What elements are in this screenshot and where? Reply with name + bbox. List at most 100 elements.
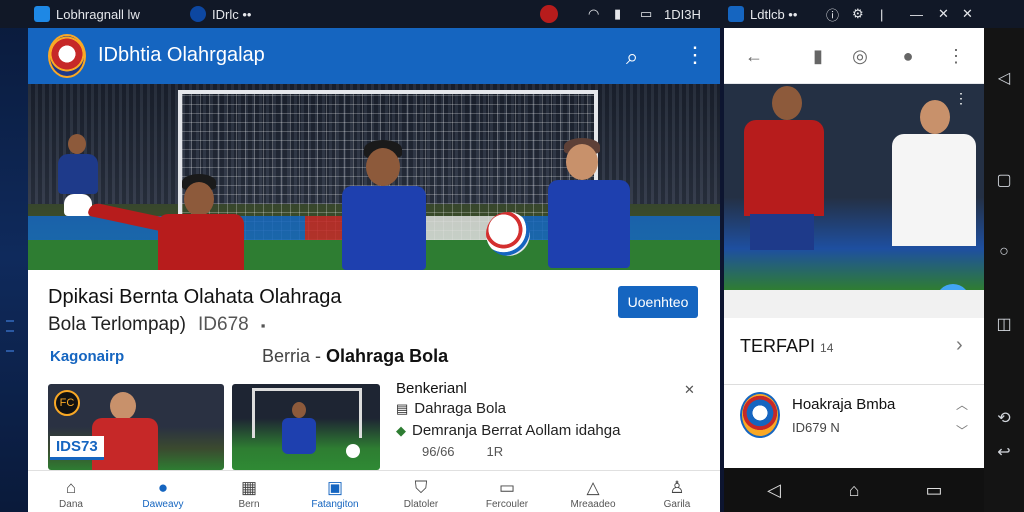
chevron-up-icon[interactable]: ︿: [956, 392, 968, 418]
circle-icon[interactable]: ○: [994, 242, 1014, 262]
leaf-icon: ◆: [396, 422, 406, 438]
news-thumbnail-2[interactable]: [232, 384, 380, 470]
grid-icon: ▦: [240, 478, 258, 497]
panel-toolbar: ← ▮ ◎ ● ⋮: [724, 28, 984, 84]
close-icon[interactable]: ✕: [938, 0, 949, 28]
news-row-1[interactable]: ▤ Dahraga Bola: [396, 400, 506, 417]
bottom-navigation: ⌂ Dana ● Daweavy ▦ Bern ▣ Fatangiton ⛉ Dlatol…: [28, 470, 720, 512]
nav-label: Dana: [59, 499, 83, 510]
more-icon[interactable]: ⋮: [684, 42, 706, 68]
more-icon[interactable]: ⋮: [944, 44, 968, 68]
news-thumbnail-1[interactable]: FC IDS73: [48, 384, 224, 470]
nav-label: Bern: [238, 499, 260, 510]
panel-spacer: [724, 290, 984, 318]
player-jersey: [892, 134, 976, 246]
news-row-2[interactable]: ◆ Demranja Berrat Aollam idahga: [396, 422, 620, 439]
nav-item-5[interactable]: ▭ Fercouler: [464, 471, 550, 512]
taskbar-app-3-title: Ldtlcb ••: [750, 6, 798, 22]
news-meta-date: 96/66: [422, 444, 455, 459]
app-bar: IDbhtia Olahrgalap ⌕ ⋮: [28, 28, 720, 84]
nav-item-6[interactable]: △ Mreaadeo: [550, 471, 636, 512]
info-icon[interactable]: ⓘ: [826, 0, 839, 28]
nav-label: Fercouler: [485, 499, 529, 510]
app-icon: [190, 6, 206, 22]
category-link[interactable]: Kagonairp: [50, 348, 124, 365]
nav-item-1[interactable]: ● Daweavy: [120, 471, 206, 512]
taskbar-app-3[interactable]: Ldtlcb ••: [728, 0, 797, 28]
battery-icon: ▭: [640, 6, 653, 21]
back-icon[interactable]: ←: [742, 44, 766, 68]
player-shorts: [750, 214, 814, 250]
breadcrumb-sep: -: [315, 346, 322, 366]
record-icon: [540, 5, 558, 23]
nav-label: Dlatoler: [403, 499, 439, 510]
back-icon[interactable]: ◁: [994, 68, 1014, 88]
panel-item-sub: ID679 N: [792, 420, 840, 435]
bell-icon: △: [586, 478, 600, 497]
signal-icon: ▮: [614, 6, 622, 21]
settings-icon[interactable]: ⚙: [852, 0, 864, 28]
card-icon: ▭: [498, 478, 516, 497]
hero-image: ⤢: [28, 84, 720, 270]
taskbar-app-1[interactable]: Lobhragnall lw: [34, 0, 140, 28]
panel-section-title-text: TERFAPI: [740, 336, 816, 356]
nav-item-3[interactable]: ▣ Fatangiton: [292, 471, 378, 512]
news-row-2-label: Demranja Berrat Aollam idahga: [412, 422, 621, 439]
news-row-1-label: Dahraga Bola: [414, 400, 507, 417]
close-icon-2[interactable]: ✕: [962, 0, 973, 28]
panel-item-id: ID679: [792, 420, 827, 435]
split-icon[interactable]: ◫: [994, 314, 1014, 334]
nav-item-4[interactable]: ⛉ Dlatoler: [378, 471, 464, 512]
home-nav-icon[interactable]: ⌂: [842, 478, 866, 502]
taskbar: Lobhragnall lw IDrlc •• ◠ ▮ ▭ 1DI3H Ldtl…: [0, 0, 1024, 28]
player-jersey: [282, 418, 316, 454]
refresh-icon[interactable]: ◎: [848, 44, 872, 68]
player-jersey: [744, 120, 824, 216]
news-title: Benkerianl: [396, 380, 467, 397]
clock: 1DI3H: [664, 6, 701, 22]
wifi-icon: ◠: [588, 6, 600, 21]
shield-icon: ⛉: [414, 478, 428, 497]
chevron-down-icon[interactable]: ﹀: [956, 418, 968, 444]
news-meta-count: 1R: [486, 444, 504, 459]
record-button[interactable]: [540, 0, 558, 28]
taskbar-app-2[interactable]: IDrlc ••: [190, 0, 251, 28]
breadcrumb-left[interactable]: Berria: [262, 346, 310, 366]
more-icon[interactable]: ⋮: [954, 90, 968, 107]
rotate-icon[interactable]: ⟲: [994, 408, 1014, 428]
subtitle: Bola Terlompap) ID678 ▪: [48, 314, 265, 336]
news-meta: 96/66 1R: [422, 444, 503, 459]
android-nav-bar: ◁ ⌂ ▭: [724, 468, 984, 512]
square-icon[interactable]: ▢: [994, 170, 1014, 190]
football: [486, 212, 530, 256]
recents-nav-icon[interactable]: ▭: [922, 478, 946, 502]
cta-button[interactable]: Uoenhteo: [618, 286, 698, 318]
close-icon[interactable]: ✕: [684, 382, 695, 398]
home-icon: ⌂: [65, 478, 77, 497]
return-icon[interactable]: ↩: [994, 442, 1014, 462]
panel-item-title[interactable]: Hoakraja Bmba: [792, 396, 895, 413]
club-logo: [740, 392, 780, 438]
thumbnail-badge: IDS73: [50, 436, 104, 460]
club-logo: [48, 34, 86, 78]
breadcrumb-right[interactable]: Olahraga Bola: [326, 346, 448, 366]
desktop-background: [0, 0, 28, 512]
nav-item-0[interactable]: ⌂ Dana: [28, 471, 114, 512]
player-head: [920, 100, 950, 134]
notification-icon[interactable]: ▮: [806, 44, 830, 68]
minimize-icon[interactable]: —: [910, 0, 923, 28]
taskbar-app-1-title: Lobhragnall lw: [56, 6, 140, 22]
app-title: IDbhtia Olahrgalap: [98, 44, 265, 66]
nav-label: Garila: [663, 499, 691, 510]
player-head: [292, 402, 306, 418]
emulator-controls: ◁ ▢ ○ ◫ ⟲ ↩: [984, 28, 1024, 512]
nav-item-2[interactable]: ▦ Bern: [206, 471, 292, 512]
panel-section-title[interactable]: TERFAPI 14: [740, 336, 833, 357]
app-icon: [34, 6, 50, 22]
panel-item-arrows[interactable]: ︿ ﹀: [956, 392, 968, 444]
search-icon[interactable]: ⌕: [626, 44, 638, 70]
back-nav-icon[interactable]: ◁: [762, 478, 786, 502]
user-icon[interactable]: ●: [896, 44, 920, 68]
chevron-right-icon[interactable]: ›: [956, 334, 963, 357]
nav-item-7[interactable]: ♙ Garila: [634, 471, 720, 512]
